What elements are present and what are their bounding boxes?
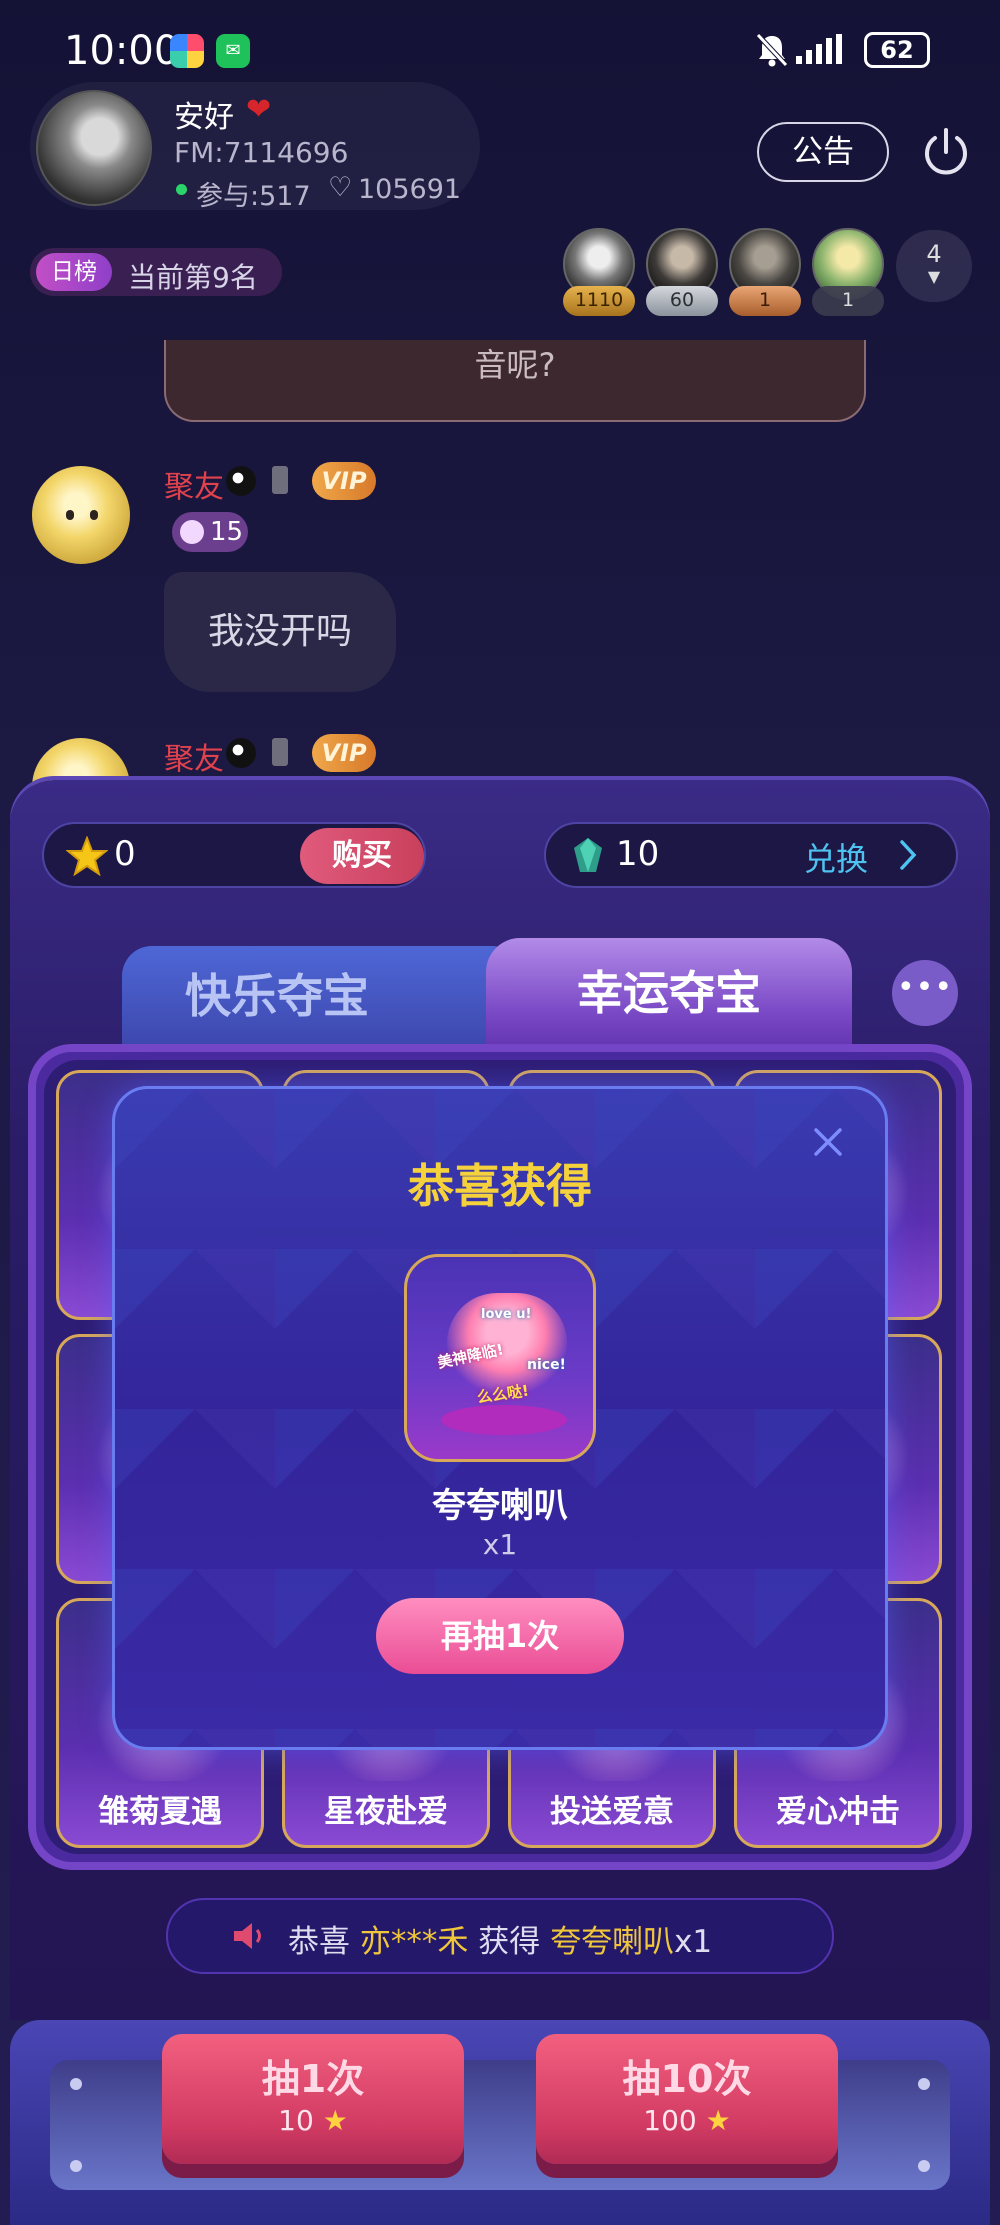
marquee-middle: 获得: [478, 1924, 541, 1960]
draw-ten-button[interactable]: 抽10次 100 ★: [536, 2034, 838, 2164]
draw-ten-cost: 100 ★: [643, 2104, 731, 2137]
photos-app-icon: [170, 34, 204, 68]
prize-name: 夸夸喇叭: [432, 1486, 568, 1526]
billiard-ball-icon: [226, 466, 256, 496]
notice-button[interactable]: 公告: [757, 122, 889, 182]
exchange-link[interactable]: 兑换: [804, 834, 868, 880]
prize-cell-label: 爱心冲击: [776, 1794, 900, 1830]
host-name: 安好: [174, 100, 234, 135]
billiard-ball-icon: [226, 738, 256, 768]
buy-button[interactable]: 购买: [300, 828, 424, 884]
join-count: 参与:517: [196, 181, 311, 212]
gem-value: 10: [616, 834, 660, 874]
bell-mute-icon: [756, 33, 788, 67]
prize-cell-label: 投送爱意: [550, 1794, 674, 1830]
like-count: 105691: [358, 174, 462, 205]
host-fm-id: FM:7114696: [174, 136, 349, 169]
viewer-count-button[interactable]: 4 ▼: [896, 230, 972, 302]
chevron-down-icon: ▼: [927, 267, 941, 286]
draw-once-cost: 10 ★: [278, 2104, 348, 2137]
marquee-prefix: 恭喜: [288, 1924, 350, 1960]
draw-ten-label: 抽10次: [622, 2057, 752, 2101]
power-icon[interactable]: [918, 124, 974, 180]
gem-icon: [574, 838, 602, 872]
coin-value: 0: [114, 834, 136, 874]
viewer-badge: 60: [646, 286, 718, 316]
star-coin-icon: ★: [705, 2104, 731, 2137]
prize-image: love u! 美神降临! nice! 么么哒!: [404, 1254, 596, 1462]
chat-bubble: 音呢?: [164, 340, 866, 422]
viewer-badge: 1: [812, 286, 884, 316]
draw-again-button[interactable]: 再抽1次: [376, 1598, 624, 1674]
marquee-user: 亦***禾: [359, 1924, 469, 1960]
prize-quantity: x1: [482, 1528, 518, 1561]
modal-title: 恭喜获得: [408, 1159, 592, 1213]
chat-username[interactable]: 聚友: [164, 462, 224, 506]
bolt-icon: [70, 2160, 82, 2172]
phone-icon: [272, 466, 288, 494]
viewer-count: 4: [926, 240, 942, 268]
chat-avatar[interactable]: [32, 466, 130, 564]
daily-rank-text: 当前第9名: [128, 261, 258, 294]
viewer-badge: 1: [729, 286, 801, 316]
online-dot-icon: [176, 184, 187, 195]
chat-username[interactable]: 聚友: [164, 734, 224, 778]
battery-indicator: 62: [864, 32, 930, 68]
daily-rank-tag: 日榜: [36, 253, 112, 291]
bolt-icon: [918, 2078, 930, 2090]
star-coin-icon: [66, 836, 108, 876]
prize-cell-label: 星夜赴爱: [324, 1794, 448, 1830]
prize-cell-label: 雏菊夏遇: [98, 1794, 222, 1830]
status-time: 10:00: [64, 28, 180, 74]
draw-once-label: 抽1次: [261, 2057, 365, 2101]
marquee-text: 恭喜 亦***禾 获得 夸夸喇叭x1: [288, 1916, 712, 1961]
wechat-app-icon: ✉: [216, 34, 250, 68]
vip-badge: VIP: [312, 462, 376, 500]
signal-icon: [796, 34, 842, 64]
heart-icon: ❤: [246, 92, 272, 127]
host-avatar[interactable]: [36, 90, 152, 206]
chat-bubble: 我没开吗: [164, 572, 396, 692]
phone-icon: [272, 738, 288, 766]
bolt-icon: [918, 2160, 930, 2172]
draw-once-button[interactable]: 抽1次 10 ★: [162, 2034, 464, 2164]
marquee-qty: x1: [674, 1924, 713, 1960]
chevron-right-icon[interactable]: [896, 836, 920, 874]
vip-badge: VIP: [312, 734, 376, 772]
more-options-button[interactable]: •••: [892, 960, 958, 1026]
bolt-icon: [70, 2078, 82, 2090]
star-coin-icon: ★: [322, 2104, 348, 2137]
level-icon: [180, 520, 204, 544]
viewer-badge: 1110: [563, 286, 635, 316]
like-heart-icon: ♡: [328, 172, 353, 203]
marquee-item: 夸夸喇叭: [550, 1924, 675, 1960]
speaker-icon: [234, 1923, 261, 1949]
